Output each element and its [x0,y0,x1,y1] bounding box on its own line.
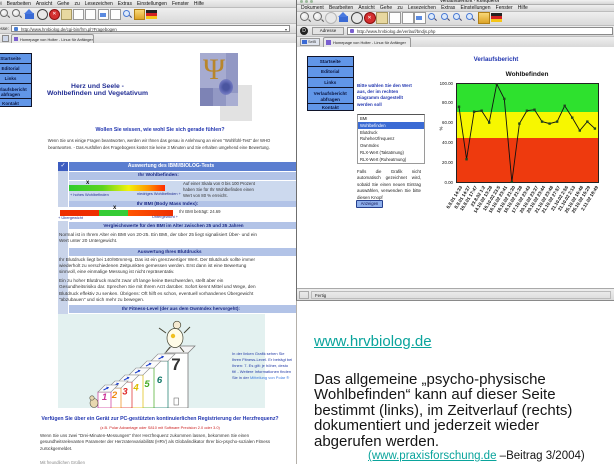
svg-text:3: 3 [122,387,128,398]
svg-text:7: 7 [171,355,180,374]
svg-text:6: 6 [157,375,163,386]
svg-text:5: 5 [144,379,150,390]
svg-text:1: 1 [102,392,107,403]
svg-text:4: 4 [132,383,139,394]
